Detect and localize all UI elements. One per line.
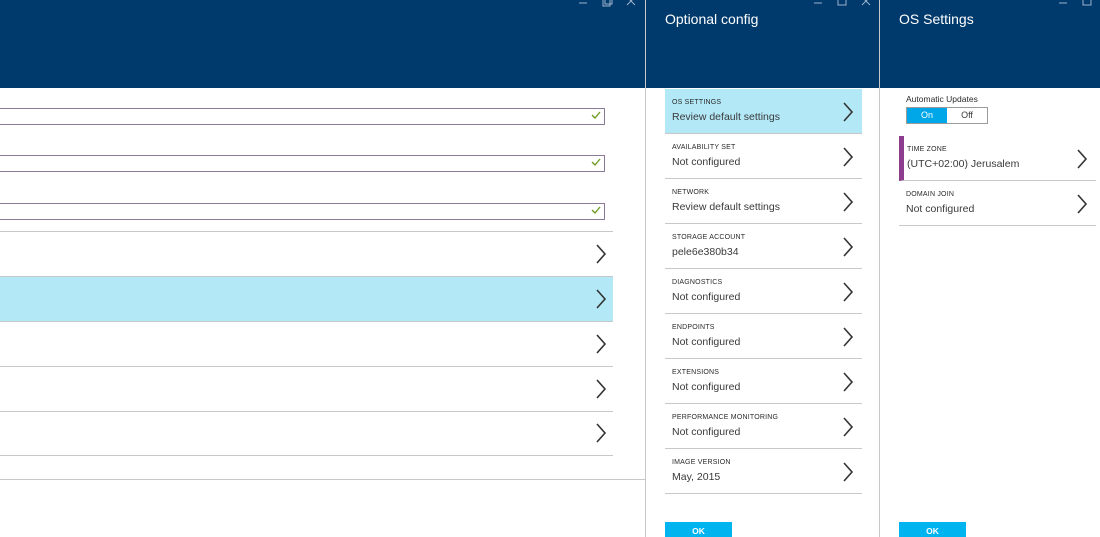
check-icon: [591, 111, 601, 119]
config-item-value: pele6e380b34: [672, 246, 739, 258]
config-item-label: IMAGE VERSION: [672, 459, 731, 466]
config-item-os-settings[interactable]: OS SETTINGS Review default settings: [665, 89, 862, 134]
setting-row-5[interactable]: [0, 411, 613, 456]
ok-button[interactable]: OK: [665, 522, 732, 537]
blade-title: Optional config: [665, 11, 759, 27]
chevron-right-icon: [596, 289, 607, 309]
blade-header: Optional config: [646, 0, 880, 88]
close-icon[interactable]: [860, 0, 874, 10]
setting-row-1[interactable]: [0, 232, 613, 277]
config-item-label: OS SETTINGS: [672, 99, 722, 106]
optional-config-blade: Optional config OS SETTINGS Review defau…: [645, 0, 880, 537]
config-item-value: Review default settings: [672, 111, 780, 123]
config-item-value: Not configured: [672, 381, 741, 393]
config-item-image-version[interactable]: IMAGE VERSION May, 2015: [665, 449, 862, 494]
config-item-performance-monitoring[interactable]: PERFORMANCE MONITORING Not configured: [665, 404, 862, 449]
divider: [0, 479, 645, 480]
os-settings-blade: OS Settings Automatic Updates On Off TIM…: [879, 0, 1100, 537]
text-field-2[interactable]: [0, 155, 605, 172]
config-item-value: Not configured: [672, 291, 741, 303]
config-item-endpoints[interactable]: ENDPOINTS Not configured: [665, 314, 862, 359]
text-field-3[interactable]: [0, 203, 605, 220]
chevron-right-icon: [1077, 194, 1088, 214]
config-item-label: ENDPOINTS: [672, 324, 715, 331]
setting-domain-join[interactable]: DOMAIN JOIN Not configured: [899, 181, 1096, 226]
config-item-label: STORAGE ACCOUNT: [672, 234, 746, 241]
optional-config-list: OS SETTINGS Review default settings AVAI…: [665, 89, 862, 494]
blade-header: OS Settings: [880, 0, 1100, 88]
minimize-icon[interactable]: [577, 0, 591, 10]
close-icon[interactable]: [625, 0, 639, 10]
setting-value: (UTC+02:00) Jerusalem: [907, 158, 1020, 170]
config-item-label: DIAGNOSTICS: [672, 279, 723, 286]
blade-title: OS Settings: [899, 11, 974, 27]
create-vm-blade: [0, 0, 645, 537]
toggle-on[interactable]: On: [907, 108, 947, 123]
config-item-extensions[interactable]: EXTENSIONS Not configured: [665, 359, 862, 404]
chevron-right-icon: [843, 192, 854, 212]
chevron-right-icon: [596, 423, 607, 443]
chevron-right-icon: [843, 372, 854, 392]
chevron-right-icon: [1077, 149, 1088, 169]
chevron-right-icon: [843, 237, 854, 257]
chevron-right-icon: [596, 334, 607, 354]
minimize-icon[interactable]: [812, 0, 826, 10]
window-controls: [812, 0, 874, 10]
restore-icon[interactable]: [601, 0, 615, 10]
maximize-icon[interactable]: [836, 0, 850, 10]
setting-value: Not configured: [906, 203, 975, 215]
chevron-right-icon: [843, 462, 854, 482]
chevron-right-icon: [843, 102, 854, 122]
config-item-value: May, 2015: [672, 471, 721, 483]
chevron-right-icon: [843, 147, 854, 167]
setting-label: TIME ZONE: [907, 146, 947, 153]
blade-header: [0, 0, 645, 88]
setting-time-zone[interactable]: TIME ZONE (UTC+02:00) Jerusalem: [899, 136, 1096, 181]
window-controls: [577, 0, 639, 10]
ok-button[interactable]: OK: [899, 522, 966, 537]
chevron-right-icon: [596, 244, 607, 264]
check-icon: [591, 158, 601, 166]
minimize-icon[interactable]: [1057, 0, 1071, 10]
config-item-diagnostics[interactable]: DIAGNOSTICS Not configured: [665, 269, 862, 314]
config-item-storage-account[interactable]: STORAGE ACCOUNT pele6e380b34: [665, 224, 862, 269]
window-controls: [1057, 0, 1095, 10]
config-item-value: Not configured: [672, 426, 741, 438]
maximize-icon[interactable]: [1081, 0, 1095, 10]
setting-row-optional-config[interactable]: [0, 277, 613, 322]
config-item-value: Review default settings: [672, 201, 780, 213]
chevron-right-icon: [843, 327, 854, 347]
setting-row-3[interactable]: [0, 322, 613, 367]
config-item-label: PERFORMANCE MONITORING: [672, 414, 779, 421]
config-item-value: Not configured: [672, 336, 741, 348]
config-item-label: NETWORK: [672, 189, 710, 196]
config-item-label: EXTENSIONS: [672, 369, 720, 376]
config-item-label: AVAILABILITY SET: [672, 144, 736, 151]
os-settings-list: TIME ZONE (UTC+02:00) Jerusalem DOMAIN J…: [899, 136, 1096, 226]
text-field-1[interactable]: [0, 108, 605, 125]
config-item-value: Not configured: [672, 156, 741, 168]
automatic-updates-toggle: On Off: [906, 107, 988, 124]
automatic-updates-label: Automatic Updates: [906, 94, 978, 104]
setting-row-4[interactable]: [0, 367, 613, 412]
chevron-right-icon: [843, 282, 854, 302]
toggle-off[interactable]: Off: [947, 108, 987, 123]
chevron-right-icon: [843, 417, 854, 437]
chevron-right-icon: [596, 379, 607, 399]
setting-label: DOMAIN JOIN: [906, 191, 955, 198]
config-item-availability-set[interactable]: AVAILABILITY SET Not configured: [665, 134, 862, 179]
check-icon: [591, 206, 601, 214]
config-item-network[interactable]: NETWORK Review default settings: [665, 179, 862, 224]
